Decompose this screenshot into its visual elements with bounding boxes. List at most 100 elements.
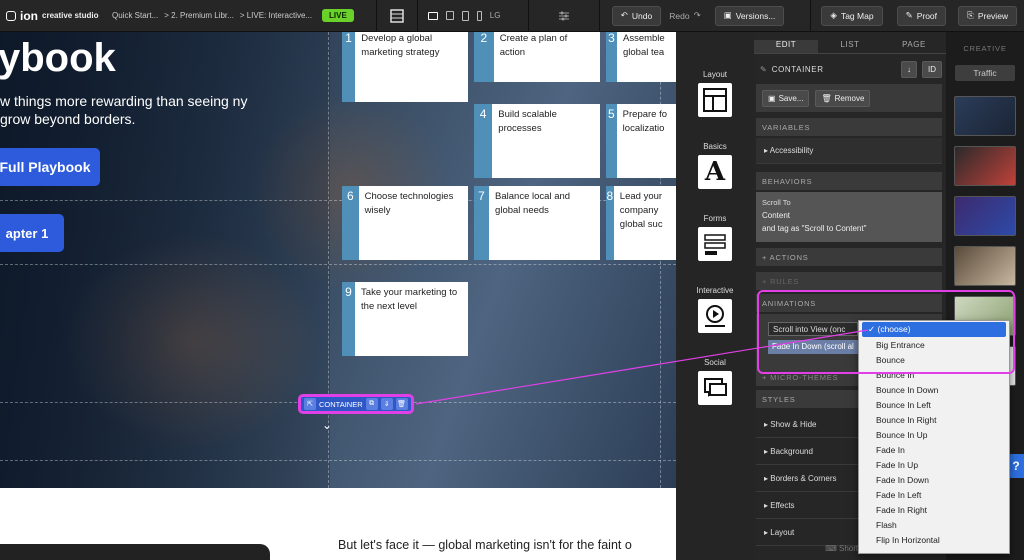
tab-edit[interactable]: EDIT (754, 40, 818, 54)
desktop-icon[interactable] (427, 11, 438, 20)
full-playbook-button[interactable]: Full Playbook (0, 148, 100, 186)
widget-social[interactable]: Social (676, 358, 754, 405)
widget-interactive[interactable]: Interactive (676, 286, 754, 333)
widget-basics[interactable]: Basics A (676, 142, 754, 189)
hero-title[interactable]: ybook (0, 36, 116, 81)
page-layout-button[interactable] (377, 0, 417, 32)
dropdown-option[interactable]: Bounce In Left (859, 398, 1009, 413)
step-card[interactable]: 8 Lead your company global suc (606, 186, 676, 260)
hero-section[interactable]: ybook w things more rewarding than seein… (0, 32, 676, 488)
step-card[interactable]: 9 Take your marketing to the next level (342, 282, 468, 356)
dropdown-option[interactable]: Bounce In Up (859, 428, 1009, 443)
body-paragraph[interactable]: But let's face it — global marketing isn… (338, 536, 632, 554)
container-label[interactable]: CONTAINER (319, 400, 363, 409)
variables-header[interactable]: VARIABLES (756, 118, 942, 136)
tablet-icon[interactable] (461, 10, 469, 21)
step-text: Build scalable processes (498, 109, 557, 134)
style-label: Borders & Corners (770, 474, 837, 483)
breadcrumb-item[interactable]: Quick Start... (112, 11, 158, 20)
step-card[interactable]: 6 Choose technologies wisely (342, 186, 468, 260)
step-text: Choose technologies wisely (364, 191, 454, 216)
page-canvas[interactable]: ybook w things more rewarding than seein… (0, 32, 676, 560)
tablet-landscape-icon[interactable] (445, 11, 454, 20)
anchor-icon[interactable]: ⇓ (380, 398, 393, 410)
widget-label: Layout (702, 70, 728, 79)
behaviors-header[interactable]: BEHAVIORS (756, 172, 942, 190)
step-card[interactable]: 2 Create a plan of action (474, 32, 600, 82)
template-thumbnail[interactable] (954, 246, 1016, 286)
redo-button[interactable]: Redo ↷ (661, 6, 708, 26)
chevron-down-icon[interactable]: ⌄ (318, 418, 336, 432)
phone-icon[interactable] (476, 10, 482, 21)
style-label: Layout (770, 528, 795, 537)
preview-button[interactable]: ⎘ Preview (958, 5, 1018, 26)
step-number: 5 (606, 104, 617, 178)
dropdown-option[interactable]: Flip In Horizontal (859, 533, 1009, 548)
dropdown-option[interactable]: Fade In Down (859, 473, 1009, 488)
move-down-button[interactable]: ↓ (901, 60, 917, 78)
help-icon[interactable]: ? (1008, 454, 1024, 478)
trash-icon: 🗑 (821, 93, 832, 103)
dropdown-option[interactable]: Fade In Right (859, 503, 1009, 518)
versions-label: Versions... (735, 10, 776, 21)
remove-button[interactable]: 🗑 Remove (815, 89, 871, 107)
logo-subtitle: creative studio (42, 11, 99, 20)
step-card[interactable]: 7 Balance local and global needs (474, 186, 600, 260)
template-thumbnail[interactable] (954, 96, 1016, 136)
save-label: Save... (778, 93, 804, 103)
dropdown-option[interactable]: Flash (859, 518, 1009, 533)
scroll-down-icon[interactable]: ⌄ (859, 548, 1009, 553)
template-thumbnail[interactable] (954, 196, 1016, 236)
rules-button[interactable]: + RULES (756, 272, 942, 290)
chat-icon (698, 371, 732, 405)
pencil-icon: ✎ (760, 64, 767, 74)
dropdown-option[interactable]: Fade In (859, 443, 1009, 458)
remove-label: Remove (834, 93, 865, 103)
behavior-item[interactable]: Scroll To Content and tag as "Scroll to … (756, 192, 942, 242)
versions-button[interactable]: ▣ Versions... (714, 5, 785, 26)
traffic-button[interactable]: Traffic (955, 65, 1015, 81)
breadcrumb-item[interactable]: > LIVE: Interactive... (240, 11, 312, 20)
step-card[interactable]: 4 Build scalable processes (474, 104, 600, 178)
tag-map-button[interactable]: ◈ Tag Map (821, 5, 883, 26)
actions-button[interactable]: + ACTIONS (756, 248, 942, 266)
undo-icon: ↶ (620, 10, 628, 20)
id-button[interactable]: ID (922, 60, 942, 78)
template-thumbnail[interactable] (954, 146, 1016, 186)
save-icon: ▣ (768, 93, 776, 103)
save-button[interactable]: ▣ Save... (762, 89, 810, 107)
hero-subtitle[interactable]: w things more rewarding than seeing ny g… (0, 92, 260, 128)
form-icon (698, 227, 732, 261)
dropdown-option[interactable]: Bounce In Right (859, 413, 1009, 428)
creative-header[interactable]: CREATIVE (946, 32, 1024, 53)
dropdown-option[interactable]: Fade In Left (859, 488, 1009, 503)
step-text: Develop a global marketing strategy (361, 33, 440, 58)
step-card[interactable]: 3 Assemble global tea (606, 32, 676, 82)
widget-layout[interactable]: Layout (676, 70, 754, 117)
widget-forms[interactable]: Forms (676, 214, 754, 261)
guide-line (0, 264, 676, 265)
move-handle-icon[interactable]: ⇱ (304, 398, 316, 410)
proof-button[interactable]: ✎ Proof (896, 5, 947, 26)
step-number: 6 (342, 186, 359, 260)
duplicate-icon[interactable]: ⧉ (365, 398, 378, 410)
step-number: 1 (342, 32, 356, 102)
breadcrumb-item[interactable]: > 2. Premium Libr... (164, 11, 234, 20)
container-toolbar[interactable]: ⇱ CONTAINER ⧉ ⇓ 🗑 (298, 394, 414, 414)
step-card[interactable]: 1 Develop a global marketing strategy (342, 32, 468, 102)
undo-button[interactable]: ↶ Undo (611, 5, 662, 26)
delete-icon[interactable]: 🗑 (395, 398, 408, 410)
device-switcher: LG (418, 10, 528, 21)
dropdown-option[interactable]: Bounce In Down (859, 383, 1009, 398)
step-card[interactable]: 5 Prepare fo localizatio (606, 104, 676, 178)
arrow-down-icon: ↓ (907, 64, 911, 74)
dropdown-option[interactable]: Fade In Up (859, 458, 1009, 473)
settings-sliders-button[interactable] (529, 0, 599, 32)
sliders-icon (558, 11, 569, 20)
accessibility-section[interactable]: ▸ Accessibility (756, 138, 942, 164)
live-badge[interactable]: LIVE (322, 9, 354, 22)
tab-page[interactable]: PAGE (882, 40, 946, 54)
tab-list[interactable]: LIST (818, 40, 882, 54)
element-title-row: ✎ CONTAINER ↓ ID (756, 58, 942, 80)
chapter-1-button[interactable]: apter 1 (0, 214, 64, 252)
